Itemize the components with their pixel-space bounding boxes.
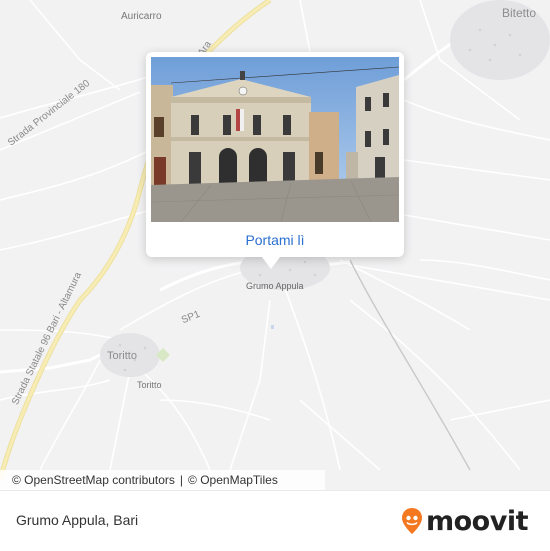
town-hall-photo [151,57,399,222]
popup-pointer [262,257,280,269]
place-label-grumo-appula: Grumo Appula [246,281,304,291]
osm-attribution-link[interactable]: © OpenStreetMap contributors [12,473,175,487]
place-label-auricarro: Auricarro [121,11,162,22]
place-popup: Portami lì [146,52,404,257]
location-title: Grumo Appula, Bari [16,512,139,528]
moovit-wordmark: moovit [426,505,529,537]
moovit-logo[interactable]: moovit [401,505,529,537]
place-label-toritto: Toritto [107,350,137,362]
place-label-bitetto: Bitetto [502,6,537,20]
openmaptiles-attribution-link[interactable]: © OpenMapTiles [188,473,278,487]
map-attribution: © OpenStreetMap contributors | © OpenMap… [0,470,325,490]
attribution-separator: | [179,473,184,487]
navigate-here-button[interactable]: Portami lì [146,222,404,257]
footer-bar: Grumo Appula, Bari moovit [0,490,550,551]
place-label-toritto-small: Toritto [137,380,162,390]
moovit-pin-icon [402,508,422,534]
